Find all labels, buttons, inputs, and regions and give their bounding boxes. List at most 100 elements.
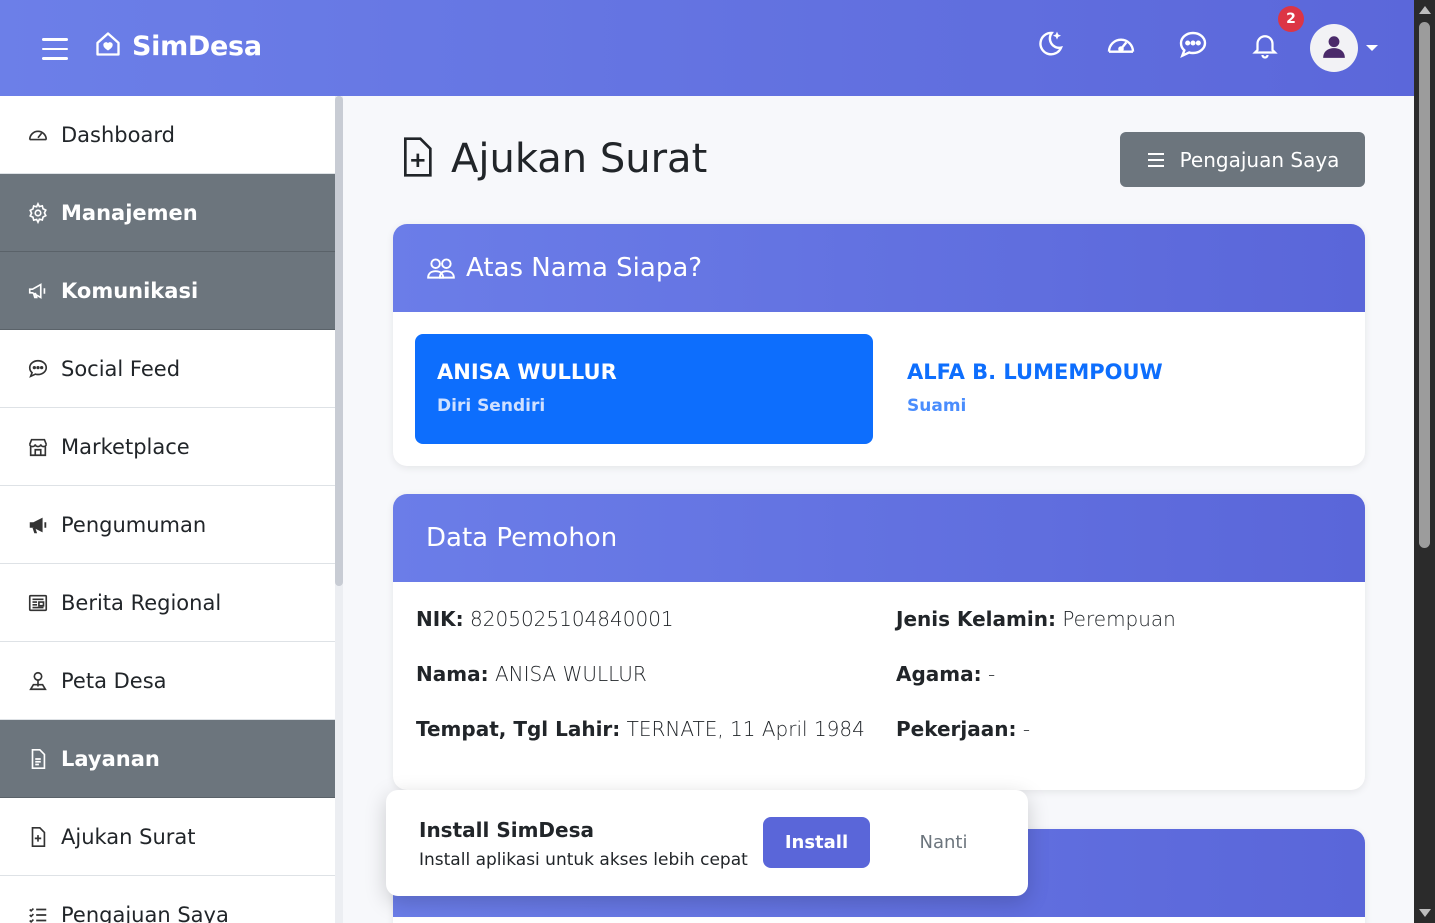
field-value: - [1022,717,1031,741]
brand-name: SimDesa [132,30,262,62]
person-relation: Suami [907,396,967,416]
field-ttl: Tempat, Tgl Lahir: TERNATE, 11 April 198… [416,717,865,741]
sidebar-item-social-feed[interactable]: Social Feed [0,330,335,408]
scroll-down-icon[interactable] [1419,909,1431,917]
file-plus-icon [397,134,437,184]
page-scrollbar[interactable] [1414,0,1435,923]
field-pekerjaan: Pekerjaan: - [896,717,1030,741]
applicant-data-card: Data Pemohon NIK: 8205025104840001 Nama:… [393,494,1365,790]
sidebar: Dashboard Manajemen Komunikasi Social Fe… [0,96,335,923]
person-name: ANISA WULLUR [437,360,617,384]
field-label: Nama: [416,662,489,686]
sidebar-item-pengumuman[interactable]: Pengumuman [0,486,335,564]
newspaper-icon [26,591,50,615]
brand-link[interactable]: SimDesa [94,30,262,62]
chevron-down-icon [1366,45,1378,51]
field-value: TERNATE, 11 April 1984 [626,717,865,741]
page-header: Ajukan Surat [397,134,707,184]
applicant-card-header: Data Pemohon [393,494,1365,582]
theme-toggle-button[interactable] [1030,28,1068,66]
notifications-button[interactable]: 2 [1246,6,1304,66]
sidebar-item-label: Ajukan Surat [61,824,196,849]
sidebar-item-peta-desa[interactable]: Peta Desa [0,642,335,720]
my-submissions-label: Pengajuan Saya [1179,147,1340,172]
sidebar-item-label: Pengajuan Saya [61,902,229,923]
person-icon [1321,33,1347,63]
sidebar-item-label: Berita Regional [61,590,222,615]
sidebar-item-label: Manajemen [61,200,198,225]
messages-button[interactable] [1174,28,1212,66]
install-title: Install SimDesa [419,818,594,842]
speedometer-icon [26,123,50,147]
chat-dots-icon [1177,29,1209,65]
people-icon [426,255,456,281]
sidebar-item-label: Layanan [61,746,160,771]
later-button[interactable]: Nanti [896,817,991,868]
field-value: - [987,662,996,686]
sidebar-item-dashboard[interactable]: Dashboard [0,96,335,174]
sidebar-section-manajemen[interactable]: Manajemen [0,174,335,252]
field-label: NIK: [416,607,464,631]
field-label: Tempat, Tgl Lahir: [416,717,621,741]
field-value: Perempuan [1062,607,1176,631]
user-menu-button[interactable] [1310,24,1378,72]
field-label: Pekerjaan: [896,717,1017,741]
on-behalf-card-header: Atas Nama Siapa? [393,224,1365,312]
notification-badge: 2 [1278,6,1304,32]
moon-stars-icon [1033,29,1065,65]
scrollbar-thumb[interactable] [1419,22,1430,548]
person-relation: Diri Sendiri [437,396,546,416]
field-value: ANISA WULLUR [494,662,647,686]
field-agama: Agama: - [896,662,995,686]
sidebar-item-label: Peta Desa [61,668,167,693]
person-pin-icon [26,669,50,693]
list-check-icon [26,903,50,923]
install-subtitle: Install aplikasi untuk akses lebih cepat [419,850,748,870]
sidebar-scrollbar-thumb[interactable] [335,96,343,586]
file-plus-icon [26,825,50,849]
dashboard-shortcut-button[interactable] [1102,28,1140,66]
my-submissions-button[interactable]: Pengajuan Saya [1120,132,1365,187]
gear-icon [26,201,50,225]
person-option-selected[interactable]: ANISA WULLUR Diri Sendiri [415,334,873,444]
field-nik: NIK: 8205025104840001 [416,607,674,631]
scroll-up-icon[interactable] [1419,6,1431,14]
sidebar-section-layanan[interactable]: Layanan [0,720,335,798]
top-navbar: SimDesa 2 [0,0,1414,96]
install-prompt: Install SimDesa Install aplikasi untuk a… [386,790,1028,896]
field-value: 8205025104840001 [470,607,674,631]
file-text-icon [26,747,50,771]
sidebar-item-berita-regional[interactable]: Berita Regional [0,564,335,642]
field-label: Agama: [896,662,982,686]
field-nama: Nama: ANISA WULLUR [416,662,647,686]
sidebar-item-label: Pengumuman [61,512,207,537]
sidebar-item-pengajuan-saya[interactable]: Pengajuan Saya [0,876,335,923]
sidebar-item-label: Dashboard [61,122,175,147]
sidebar-item-marketplace[interactable]: Marketplace [0,408,335,486]
megaphone-icon [26,279,50,303]
person-name: ALFA B. LUMEMPOUW [907,360,1163,384]
bell-icon [1250,30,1280,64]
chat-dots-icon [26,357,50,381]
sidebar-section-komunikasi[interactable]: Komunikasi [0,252,335,330]
install-button[interactable]: Install [763,817,870,868]
sidebar-scrollbar[interactable] [335,96,343,923]
field-jenis-kelamin: Jenis Kelamin: Perempuan [896,607,1176,631]
on-behalf-card: Atas Nama Siapa? ANISA WULLUR Diri Sendi… [393,224,1365,466]
list-icon [1146,151,1166,169]
shop-icon [26,435,50,459]
sidebar-item-label: Marketplace [61,434,190,459]
page-title: Ajukan Surat [451,136,708,182]
speedometer-icon [1105,29,1137,65]
person-option[interactable]: ALFA B. LUMEMPOUW Suami [885,334,1343,444]
field-label: Jenis Kelamin: [896,607,1056,631]
on-behalf-title: Atas Nama Siapa? [466,253,703,283]
sidebar-item-label: Social Feed [61,356,181,381]
avatar [1310,24,1358,72]
hamburger-icon[interactable] [42,38,68,60]
sidebar-item-ajukan-surat[interactable]: Ajukan Surat [0,798,335,876]
house-heart-icon [94,30,122,62]
applicant-card-title: Data Pemohon [426,523,618,553]
megaphone-fill-icon [26,513,50,537]
sidebar-item-label: Komunikasi [61,278,199,303]
